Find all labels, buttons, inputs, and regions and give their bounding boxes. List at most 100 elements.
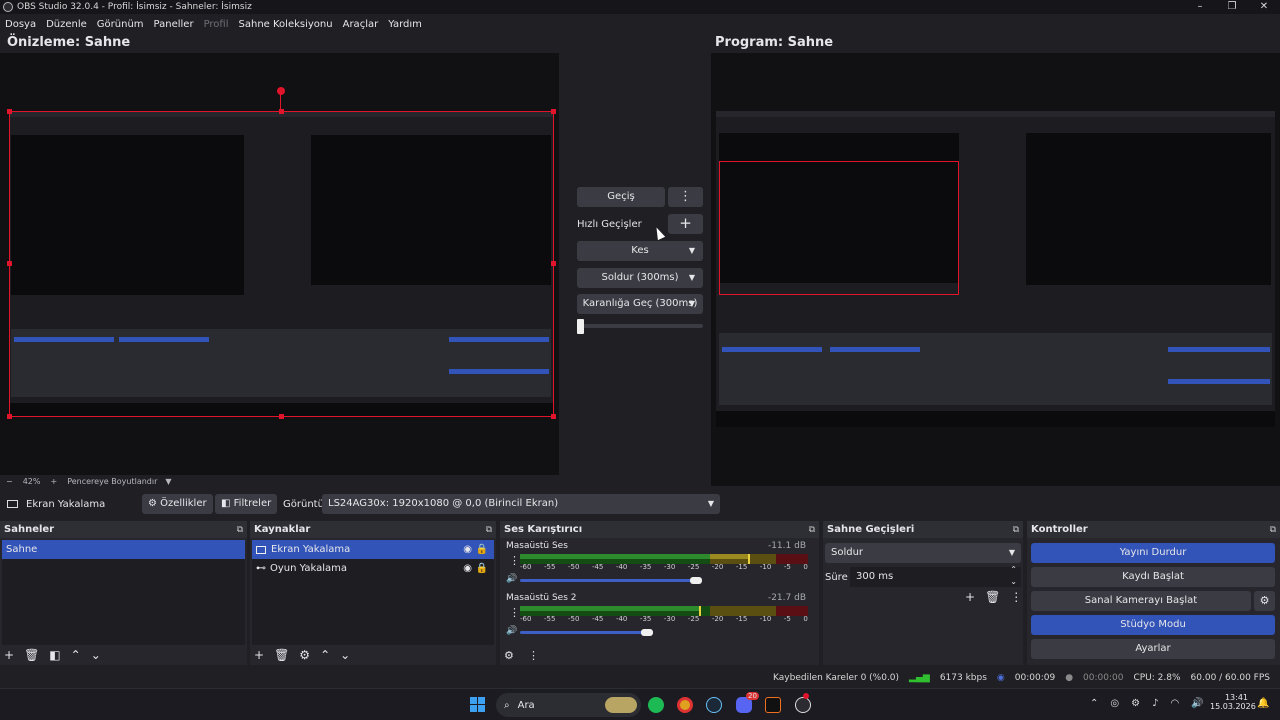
gear-icon[interactable]: ⚙ xyxy=(299,648,310,662)
source-item[interactable]: ⊷ Oyun Yakalama ◉ 🔒 xyxy=(252,559,494,578)
volume-slider[interactable] xyxy=(520,579,696,582)
menu-profile[interactable]: Profil xyxy=(199,19,234,30)
maximize-button[interactable]: ❐ xyxy=(1216,0,1248,14)
move-down-icon[interactable]: ⌄ xyxy=(91,648,101,662)
volume-knob[interactable] xyxy=(640,629,653,636)
notification-bell-icon[interactable]: 🔔 xyxy=(1257,698,1269,709)
start-virtual-camera-button[interactable]: Sanal Kamerayı Başlat xyxy=(1031,591,1251,611)
transition-button[interactable]: Geçiş xyxy=(577,187,665,207)
filters-button[interactable]: ◧ Filtreler xyxy=(215,494,278,514)
trash-icon[interactable]: 🗑 xyxy=(985,590,1000,604)
add-icon[interactable]: + xyxy=(4,648,14,662)
menu-scene-collection[interactable]: Sahne Koleksiyonu xyxy=(234,19,338,30)
steam-icon[interactable] xyxy=(706,697,722,713)
eye-icon[interactable]: ◉ xyxy=(463,563,472,574)
menu-edit[interactable]: Düzenle xyxy=(41,19,92,30)
volume-slider[interactable] xyxy=(520,631,647,634)
filter-icon[interactable]: ◧ xyxy=(49,648,60,662)
dock-icon[interactable]: ⧉ xyxy=(1013,525,1019,535)
chevron-down-icon: ▼ xyxy=(707,499,714,508)
menu-help[interactable]: Yardım xyxy=(383,19,427,30)
resize-handle-right[interactable] xyxy=(551,261,556,266)
dock-icon[interactable]: ⧉ xyxy=(237,525,243,535)
dock-icon[interactable]: ⧉ xyxy=(1270,525,1276,535)
close-button[interactable]: ✕ xyxy=(1248,0,1280,14)
move-up-icon[interactable]: ⌃ xyxy=(320,648,330,662)
channel-menu-icon[interactable]: ⋮ xyxy=(509,606,520,619)
resize-handle-top[interactable] xyxy=(279,109,284,114)
windows-start-icon[interactable] xyxy=(470,697,485,712)
resize-handle-bottom[interactable] xyxy=(279,414,284,419)
network-icon[interactable]: ◎ xyxy=(1110,698,1119,709)
quick-transition-fade[interactable]: Soldur (300ms) ▼ xyxy=(577,268,703,288)
properties-button[interactable]: ⚙ Özellikler xyxy=(142,494,213,514)
scenes-panel: Sahneler ⧉ Sahne + 🗑 ◧ ⌃ ⌄ xyxy=(0,521,247,665)
trash-icon[interactable]: 🗑 xyxy=(274,648,289,662)
eye-icon[interactable]: ◉ xyxy=(463,544,472,555)
spin-up-icon[interactable]: ⌃ xyxy=(1010,564,1017,576)
app-tray-icon[interactable]: ⚙ xyxy=(1131,698,1140,709)
resize-handle-top-left[interactable] xyxy=(7,109,12,114)
add-icon[interactable]: + xyxy=(965,590,975,604)
resize-handle-bottom-right[interactable] xyxy=(551,414,556,419)
volume-knob[interactable] xyxy=(689,577,702,584)
dock-icon[interactable]: ⧉ xyxy=(486,525,492,535)
transition-select[interactable]: Soldur ▼ xyxy=(825,543,1021,563)
add-icon[interactable]: + xyxy=(254,648,264,662)
speaker-icon[interactable]: 🔊 xyxy=(506,626,517,636)
source-item[interactable]: Ekran Yakalama ◉ 🔒 xyxy=(252,540,494,559)
selection-bounding-box[interactable] xyxy=(9,111,554,417)
mixer-menu-icon[interactable]: ⋮ xyxy=(528,649,539,662)
preview-canvas[interactable] xyxy=(0,53,559,475)
zoom-mode[interactable]: Pencereye Boyutlandır xyxy=(67,477,157,486)
spin-down-icon[interactable]: ⌄ xyxy=(1010,576,1017,588)
channel-menu-icon[interactable]: ⋮ xyxy=(509,554,520,567)
start-recording-button[interactable]: Kaydı Başlat xyxy=(1031,567,1275,587)
chrome-icon[interactable] xyxy=(677,697,693,713)
move-up-icon[interactable]: ⌃ xyxy=(71,648,81,662)
studio-mode-button[interactable]: Stüdyo Modu xyxy=(1031,615,1275,635)
minimize-button[interactable]: – xyxy=(1184,0,1216,14)
zoom-out-button[interactable]: − xyxy=(6,477,13,486)
stop-streaming-button[interactable]: Yayını Durdur xyxy=(1031,543,1275,563)
taskbar-search[interactable]: ⌕ Ara xyxy=(496,693,641,717)
menu-docks[interactable]: Paneller xyxy=(149,19,199,30)
resize-handle-top-right[interactable] xyxy=(551,109,556,114)
taskbar-clock[interactable]: 13:41 15.03.2026 xyxy=(1210,693,1256,711)
menu-view[interactable]: Görünüm xyxy=(92,19,149,30)
resize-handle-left[interactable] xyxy=(7,261,12,266)
gamepad-icon: ⊷ xyxy=(256,563,266,574)
quick-transition-fade-black[interactable]: Karanlığa Geç (300ms) ▼ xyxy=(577,294,703,314)
wifi-icon[interactable]: ◠ xyxy=(1170,698,1179,709)
display-select[interactable]: LS24AG30x: 1920x1080 @ 0,0 (Birincil Ekr… xyxy=(322,494,720,514)
chevron-up-icon[interactable]: ⌃ xyxy=(1090,698,1098,709)
add-quick-transition-button[interactable]: + xyxy=(668,214,703,234)
quick-transition-cut[interactable]: Kes ▼ xyxy=(577,241,703,261)
menu-icon[interactable]: ⋮ xyxy=(1010,590,1022,604)
lock-icon[interactable]: 🔒 xyxy=(476,544,488,555)
scene-item[interactable]: Sahne xyxy=(2,540,245,559)
menu-file[interactable]: Dosya xyxy=(0,19,41,30)
menu-tools[interactable]: Araçlar xyxy=(338,19,384,30)
lock-icon[interactable]: 🔒 xyxy=(476,563,488,574)
speaker-icon[interactable]: 🔊 xyxy=(506,574,517,584)
chevron-down-icon[interactable]: ▼ xyxy=(165,477,171,486)
virtual-camera-settings-icon[interactable]: ⚙ xyxy=(1254,591,1275,611)
microphone-icon[interactable]: ♪ xyxy=(1152,698,1158,709)
trash-icon[interactable]: 🗑 xyxy=(24,648,39,662)
obs-taskbar-icon[interactable] xyxy=(795,697,811,713)
tbar-slider[interactable] xyxy=(577,324,703,328)
settings-button[interactable]: Ayarlar xyxy=(1031,639,1275,659)
move-down-icon[interactable]: ⌄ xyxy=(340,648,350,662)
app-icon[interactable] xyxy=(765,697,781,713)
rotation-handle[interactable] xyxy=(277,87,285,95)
transition-menu-button[interactable]: ⋮ xyxy=(668,187,703,207)
mixer-settings-icon[interactable]: ⚙ xyxy=(504,649,514,662)
duration-input[interactable]: 300 ms ⌃ ⌄ xyxy=(850,564,1021,588)
resize-handle-bottom-left[interactable] xyxy=(7,414,12,419)
tbar-handle[interactable] xyxy=(577,319,584,334)
zoom-in-button[interactable]: + xyxy=(50,477,57,486)
spotify-icon[interactable] xyxy=(648,697,664,713)
dock-icon[interactable]: ⧉ xyxy=(809,525,815,535)
volume-icon[interactable]: 🔊 xyxy=(1191,698,1203,709)
